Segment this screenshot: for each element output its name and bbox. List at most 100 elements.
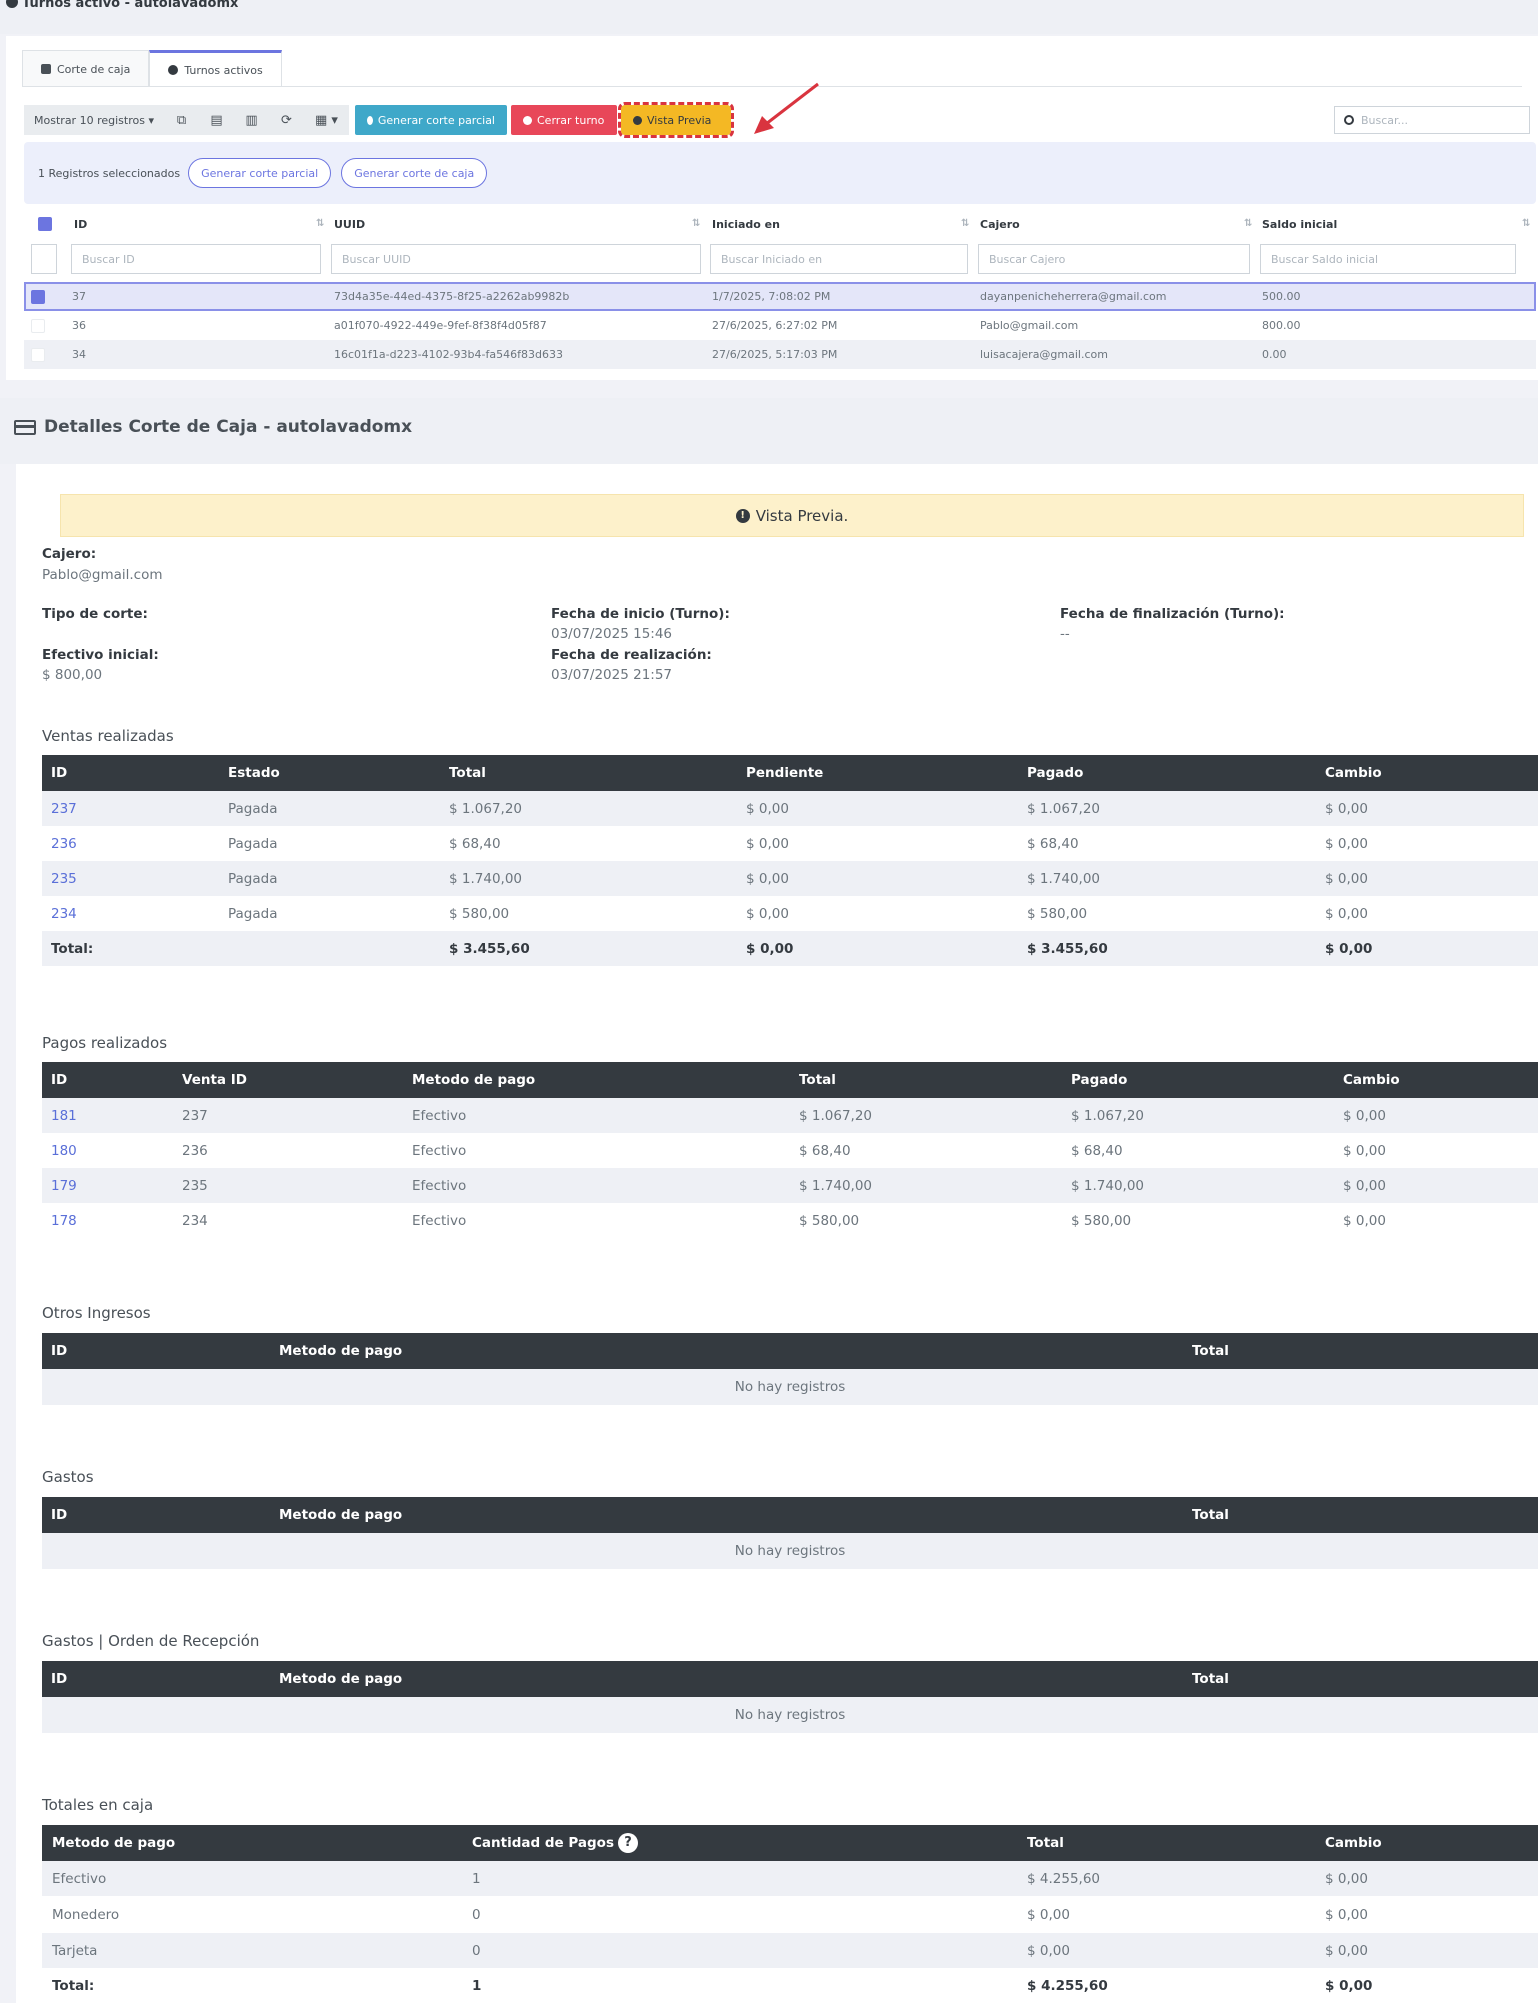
row-checkbox[interactable]: [31, 284, 45, 309]
excel-icon[interactable]: ▤: [199, 105, 234, 135]
sale-id-link[interactable]: 235: [51, 861, 77, 896]
payment-id-link[interactable]: 179: [51, 1168, 77, 1203]
execution-date-label: Fecha de realización:: [551, 647, 712, 663]
cashier-value: Pablo@gmail.com: [42, 567, 163, 583]
columns-icon[interactable]: ▦ ▾: [304, 105, 349, 135]
table-row[interactable]: 36 a01f070-4922-449e-9fef-8f38f4d05f87 2…: [24, 311, 1536, 340]
cash-totals-table: Metodo de pago Cantidad de Pagos? Total …: [42, 1825, 1538, 2003]
row-balance: 500.00: [1262, 290, 1301, 303]
clock-icon: [168, 65, 179, 75]
selection-cut-button[interactable]: Generar corte de caja: [341, 158, 488, 188]
row-started: 1/7/2025, 7:08:02 PM: [712, 290, 831, 303]
cash-totals-table-header: Metodo de pago Cantidad de Pagos? Total …: [42, 1825, 1538, 1861]
filter-id-input[interactable]: Buscar ID: [71, 244, 321, 274]
question-circle-icon[interactable]: ?: [617, 1833, 638, 1853]
show-records-dropdown[interactable]: Mostrar 10 registros ▾: [24, 105, 164, 135]
preview-alert: ! Vista Previa.: [60, 494, 1524, 537]
refresh-icon[interactable]: ⟳: [269, 105, 304, 135]
row-id: 34: [72, 348, 86, 361]
shifts-table-header: ID ⇅ UUID ⇅ Iniciado en ⇅ Cajero ⇅ Saldo…: [24, 209, 1536, 239]
other-income-table: ID Metodo de pago Total No hay registros: [42, 1333, 1538, 1405]
sort-icon[interactable]: ⇅: [961, 218, 969, 229]
arrow-annotation: [754, 82, 819, 134]
table-row[interactable]: 34 16c01f1a-d223-4102-93b4-fa546f83d633 …: [24, 340, 1536, 369]
table-row: 179 235 Efectivo $ 1.740,00 $ 1.740,00 $…: [42, 1168, 1538, 1203]
payments-section-title: Pagos realizados: [42, 1034, 168, 1052]
sale-id-link[interactable]: 236: [51, 826, 77, 861]
sale-id-link[interactable]: 234: [51, 896, 77, 931]
reception-expenses-section-title: Gastos | Orden de Recepción: [42, 1632, 260, 1650]
shift-start-label: Fecha de inicio (Turno):: [551, 606, 730, 622]
row-cashier: luisacajera@gmail.com: [980, 348, 1108, 361]
row-id: 37: [72, 290, 86, 303]
generate-partial-cut-button[interactable]: Generar corte parcial: [355, 105, 507, 135]
initial-cash-label: Efectivo inicial:: [42, 647, 159, 663]
tab-turnos-activos[interactable]: Turnos activos: [149, 50, 282, 87]
payment-id-link[interactable]: 181: [51, 1098, 77, 1133]
pdf-icon[interactable]: ▥: [234, 105, 269, 135]
row-checkbox[interactable]: [31, 311, 45, 340]
eye-icon: [633, 115, 642, 125]
selection-partial-cut-button[interactable]: Generar corte parcial: [188, 158, 332, 188]
filter-started-input[interactable]: Buscar Iniciado en: [710, 244, 968, 274]
expenses-section-title: Gastos: [42, 1468, 94, 1486]
reception-expenses-table-header: ID Metodo de pago Total: [42, 1661, 1538, 1697]
table-row[interactable]: 37 73d4a35e-44ed-4375-8f25-a2262ab9982b …: [24, 282, 1536, 311]
sort-icon[interactable]: ⇅: [316, 218, 324, 229]
shift-start-value: 03/07/2025 15:46: [551, 626, 673, 642]
row-id: 36: [72, 319, 86, 332]
row-started: 27/6/2025, 5:17:03 PM: [712, 348, 838, 361]
table-row: 181 237 Efectivo $ 1.067,20 $ 1.067,20 $…: [42, 1098, 1538, 1133]
filter-balance-input[interactable]: Buscar Saldo inicial: [1260, 244, 1516, 274]
table-row: Tarjeta 0 $ 0,00 $ 0,00: [42, 1933, 1538, 1968]
table-row: 237 Pagada $ 1.067,20 $ 0,00 $ 1.067,20 …: [42, 791, 1538, 826]
tab-corte-de-caja[interactable]: Corte de caja: [22, 50, 150, 87]
sort-icon[interactable]: ⇅: [1522, 218, 1530, 229]
payment-id-link[interactable]: 178: [51, 1203, 77, 1238]
credit-card-icon: [14, 419, 36, 435]
row-checkbox[interactable]: [31, 340, 45, 369]
row-cashier: Pablo@gmail.com: [980, 319, 1079, 332]
search-icon: [1344, 115, 1354, 125]
close-shift-button[interactable]: Cerrar turno: [511, 105, 617, 135]
search-input[interactable]: Buscar...: [1334, 106, 1530, 134]
clock-icon: [523, 115, 532, 125]
cash-totals-section-title: Totales en caja: [42, 1796, 154, 1814]
row-balance: 800.00: [1262, 319, 1301, 332]
exclamation-circle-icon: !: [735, 508, 750, 523]
filter-uuid-input[interactable]: Buscar UUID: [331, 244, 701, 274]
column-balance[interactable]: Saldo inicial: [1262, 209, 1337, 239]
table-row: 234 Pagada $ 580,00 $ 0,00 $ 580,00 $ 0,…: [42, 896, 1538, 931]
column-id[interactable]: ID: [74, 209, 87, 239]
row-balance: 0.00: [1262, 348, 1287, 361]
cut-type-label: Tipo de corte:: [42, 606, 148, 622]
top-panel-title-text: Turnos activo - autolavadomx: [22, 0, 239, 11]
clock-icon: [6, 0, 18, 8]
sales-total-row: Total: $ 3.455,60 $ 0,00 $ 3.455,60 $ 0,…: [42, 931, 1538, 966]
other-income-section-title: Otros Ingresos: [42, 1304, 151, 1322]
sort-icon[interactable]: ⇅: [1244, 218, 1252, 229]
execution-date-value: 03/07/2025 21:57: [551, 667, 673, 683]
initial-cash-value: $ 800,00: [42, 667, 103, 683]
column-cashier[interactable]: Cajero: [980, 209, 1020, 239]
table-row: 235 Pagada $ 1.740,00 $ 0,00 $ 1.740,00 …: [42, 861, 1538, 896]
copy-icon[interactable]: ⧉: [164, 105, 199, 135]
top-panel-title: Turnos activo - autolavadomx: [6, 0, 238, 11]
payment-id-link[interactable]: 180: [51, 1133, 77, 1168]
payments-table-header: ID Venta ID Metodo de pago Total Pagado …: [42, 1062, 1538, 1098]
column-uuid[interactable]: UUID: [334, 209, 365, 239]
preview-button[interactable]: Vista Previa: [618, 102, 734, 138]
row-cashier: dayanpenicheherrera@gmail.com: [980, 290, 1167, 303]
sales-table-header: ID Estado Total Pendiente Pagado Cambio: [42, 755, 1538, 791]
filter-cashier-input[interactable]: Buscar Cajero: [978, 244, 1250, 274]
table-row: 178 234 Efectivo $ 580,00 $ 580,00 $ 0,0…: [42, 1203, 1538, 1238]
shift-end-label: Fecha de finalización (Turno):: [1060, 606, 1285, 622]
table-row: 180 236 Efectivo $ 68,40 $ 68,40 $ 0,00: [42, 1133, 1538, 1168]
cash-totals-total-row: Total: 1 $ 4.255,60 $ 0,00: [52, 1977, 1373, 1994]
table-row: Efectivo 1 $ 4.255,60 $ 0,00: [42, 1861, 1538, 1896]
column-started[interactable]: Iniciado en: [712, 209, 780, 239]
sort-icon[interactable]: ⇅: [692, 218, 700, 229]
expenses-table: ID Metodo de pago Total No hay registros: [42, 1497, 1538, 1569]
sale-id-link[interactable]: 237: [51, 791, 77, 826]
select-all-checkbox[interactable]: [38, 209, 52, 239]
